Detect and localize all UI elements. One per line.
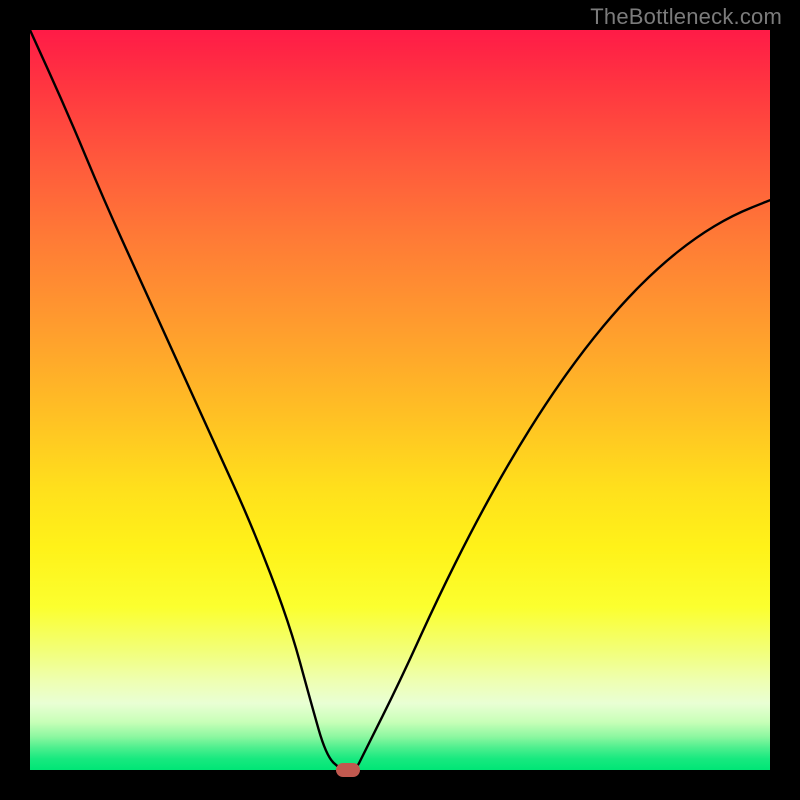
optimal-marker: [336, 763, 360, 777]
bottleneck-curve: [30, 30, 770, 770]
watermark-text: TheBottleneck.com: [590, 4, 782, 30]
chart-frame: TheBottleneck.com: [0, 0, 800, 800]
curve-layer: [30, 30, 770, 770]
